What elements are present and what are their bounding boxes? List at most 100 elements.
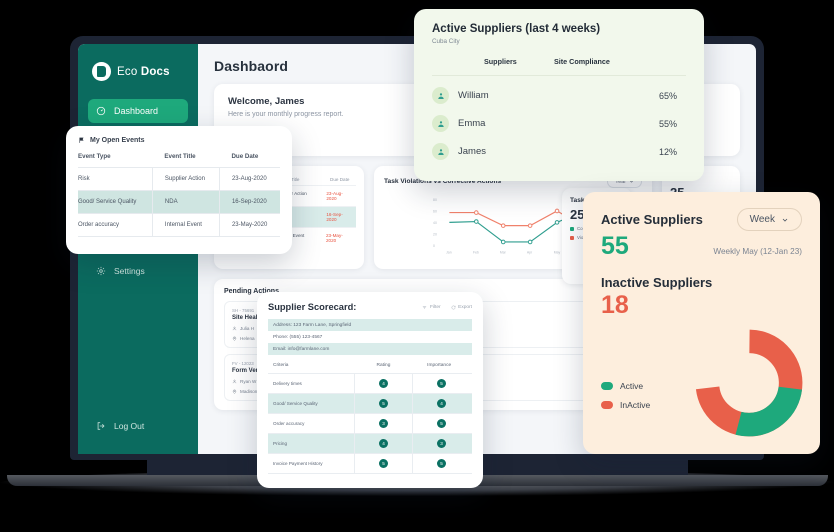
table-row[interactable]: Order accuracy Internal Event 23-May-202… <box>78 213 280 237</box>
open-events-table: Event Type Event Title Due Date Risk Sup… <box>78 153 280 237</box>
sidebar-item-dashboard[interactable]: Dashboard <box>88 99 188 123</box>
table-row[interactable]: Good/ Service Quality 5 4 <box>268 393 472 413</box>
active-suppliers-label: Active Suppliers <box>601 212 703 227</box>
assignee-label: Ryan W <box>240 379 257 384</box>
status-badge: 3 <box>379 419 388 428</box>
cell-criteria: Delivery times <box>273 381 302 386</box>
cell-due-date: 23-Aug-2020 <box>326 191 343 201</box>
person-icon <box>232 326 237 331</box>
week-dropdown-label: Week <box>749 214 775 225</box>
legend-item-inactive: InActive <box>601 400 650 410</box>
col-due-date: Due Date <box>231 153 259 160</box>
col-criteria: Criteria <box>273 363 289 368</box>
cell-importance: 5 <box>412 454 470 473</box>
cell-event-title: NDA <box>151 190 220 214</box>
table-header-row: Criteria Rating Importance <box>268 358 472 373</box>
cell-criteria: Order accuracy <box>273 421 305 426</box>
active-suppliers-header-row: Suppliers Site Compliance <box>432 57 686 76</box>
supplier-row[interactable]: Emma 55% <box>432 115 686 132</box>
legend-dot-corrective <box>570 226 574 231</box>
cell-criteria: Invoice Payment History <box>273 461 323 466</box>
week-dropdown[interactable]: Week <box>736 208 802 231</box>
active-suppliers-card: Active Suppliers (last 4 weeks) Cuba Cit… <box>414 9 704 181</box>
col-rating: Rating <box>376 363 391 368</box>
col-suppliers: Suppliers <box>484 57 517 66</box>
legend-dot-inactive <box>601 401 613 409</box>
scorecard-header: Supplier Scorecard: Filter Export <box>268 302 472 312</box>
legend-item-active: Active <box>601 381 650 391</box>
scorecard-phone: Phone: (555) 123-4567 <box>273 334 323 340</box>
brand-text: Eco Docs <box>117 66 170 78</box>
table-row[interactable]: Pricing 4 3 <box>268 433 472 453</box>
supplier-row[interactable]: James 12% <box>432 143 686 160</box>
cell-event-title: Internal Event <box>151 213 220 237</box>
sidebar-item-logout[interactable]: Log Out <box>88 413 188 438</box>
status-badge: 5 <box>437 379 446 388</box>
cell-rating: 4 <box>354 434 412 453</box>
person-icon <box>232 379 237 384</box>
active-value-row: 55 Weekly May (12-Jan 23) <box>601 232 802 261</box>
export-button[interactable]: Export <box>451 305 472 310</box>
site-label: Helena <box>240 336 255 341</box>
legend-label: InActive <box>620 400 651 410</box>
status-badge: 4 <box>437 399 446 408</box>
table-footer-rule <box>268 473 472 483</box>
avatar <box>432 115 449 132</box>
compliance-pct: 55% <box>658 118 677 129</box>
table-row[interactable]: Delivery times 4 5 <box>268 373 472 393</box>
inactive-suppliers-label: Inactive Suppliers <box>601 274 713 290</box>
cell-due-date: 16-Sep-2020 <box>326 212 343 222</box>
person-icon <box>437 120 444 127</box>
cell-due-date: 23-May-2020 <box>325 233 343 243</box>
export-label: Export <box>458 304 472 310</box>
status-badge: 4 <box>379 439 388 448</box>
supplier-scorecard-card: Supplier Scorecard: Filter Export Addres… <box>257 292 483 488</box>
filter-label: Filter <box>429 304 441 310</box>
status-badge: 5 <box>437 419 446 428</box>
svg-text:Mar: Mar <box>500 250 507 254</box>
status-badge: 5 <box>379 459 388 468</box>
table-row[interactable]: Risk Supplier Action 23-Aug-2020 <box>78 167 280 191</box>
col-site-compliance: Site Compliance <box>554 57 610 66</box>
cell-rating: 5 <box>354 394 412 413</box>
col-event-title: Event Title <box>164 153 196 160</box>
cell-importance: 4 <box>412 394 470 413</box>
table-row[interactable]: Invoice Payment History 5 5 <box>268 453 472 473</box>
cell-rating: 4 <box>354 374 412 393</box>
site-label: Madison <box>240 389 258 394</box>
legend-label: Active <box>620 381 644 391</box>
date-range-label: Weekly May (12-Jan 23) <box>713 246 802 256</box>
svg-text:60: 60 <box>433 210 437 214</box>
status-badge: 5 <box>437 459 446 468</box>
location-pin-icon <box>232 336 237 341</box>
cell-criteria: Pricing <box>273 441 288 446</box>
filter-button[interactable]: Filter <box>422 304 441 310</box>
cell-criteria: Good/ Service Quality <box>273 401 318 406</box>
supplier-name: James <box>458 146 486 157</box>
person-icon <box>437 148 444 155</box>
sidebar-item-label: Log Out <box>114 420 145 431</box>
cell-event-type: Good/ Service Quality <box>78 190 153 214</box>
col-due-date: Due Date <box>330 177 350 182</box>
supplier-name: Emma <box>458 118 486 129</box>
suppliers-donut-chart <box>695 329 803 437</box>
table-header-row: Event Type Event Title Due Date <box>78 153 280 168</box>
my-open-events-card: My Open Events Event Type Event Title Du… <box>66 126 292 254</box>
status-badge: 3 <box>437 439 446 448</box>
scorecard-table: Criteria Rating Importance Delivery time… <box>268 358 472 483</box>
dashboard-icon <box>96 106 106 116</box>
donut-legend: Active InActive <box>601 372 650 410</box>
supplier-row[interactable]: William 65% <box>432 87 686 104</box>
sidebar-item-settings[interactable]: Settings <box>88 258 188 283</box>
svg-text:Apr: Apr <box>527 250 533 254</box>
svg-text:0: 0 <box>433 244 435 248</box>
table-row[interactable]: Good/ Service Quality NDA 16-Sep-2020 <box>78 190 280 214</box>
table-row[interactable]: Order accuracy 3 5 <box>268 413 472 433</box>
summary-header: Active Suppliers Week <box>601 208 802 231</box>
person-icon <box>437 92 444 99</box>
legend-dot-active <box>601 382 613 390</box>
cell-importance: 5 <box>412 414 470 433</box>
eco-docs-logo-icon <box>92 62 111 81</box>
location-pin-icon <box>232 389 237 394</box>
